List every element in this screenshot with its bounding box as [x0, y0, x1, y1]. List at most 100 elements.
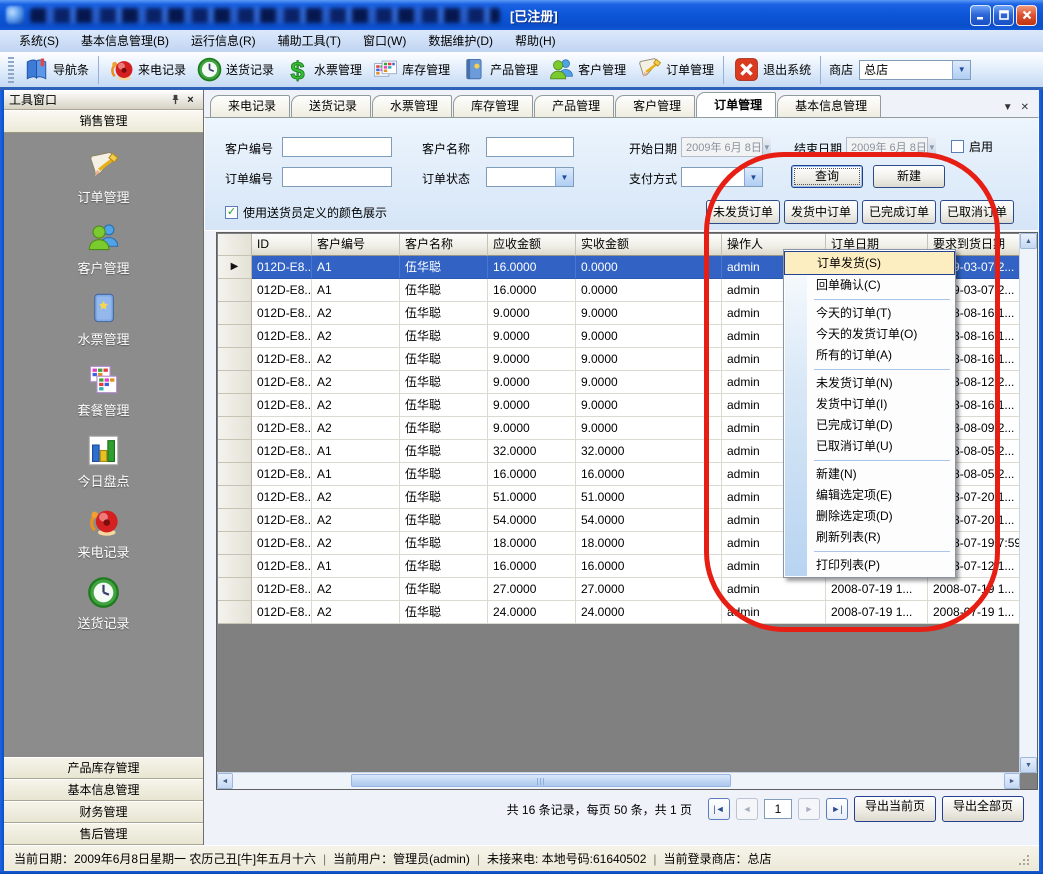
- next-page-button[interactable]: ►: [798, 798, 820, 820]
- tab-customers[interactable]: 客户管理: [615, 95, 695, 117]
- toolbar-button-incoming-calls[interactable]: 来电记录: [103, 54, 191, 85]
- cell[interactable]: 012D-E8...: [252, 302, 312, 325]
- query-button[interactable]: 查询: [791, 165, 863, 188]
- cell[interactable]: 伍华聪: [400, 302, 488, 325]
- cell[interactable]: 012D-E8...: [252, 348, 312, 371]
- row-selector[interactable]: [218, 486, 252, 509]
- cell[interactable]: 9.0000: [488, 417, 576, 440]
- cell[interactable]: 012D-E8...: [252, 486, 312, 509]
- tab-delivery-records[interactable]: 送货记录: [291, 95, 371, 117]
- toolbar-button-exit[interactable]: 退出系统: [728, 54, 816, 85]
- filter-button-completed[interactable]: 已完成订单: [862, 200, 936, 224]
- cell[interactable]: 16.0000: [488, 256, 576, 279]
- cell[interactable]: 51.0000: [488, 486, 576, 509]
- row-selector[interactable]: [218, 325, 252, 348]
- cell[interactable]: A2: [312, 601, 400, 624]
- cell[interactable]: 16.0000: [488, 279, 576, 302]
- order-status-select[interactable]: ▼: [486, 167, 574, 187]
- cell[interactable]: 伍华聪: [400, 325, 488, 348]
- toolbar-button-products[interactable]: 产品管理: [455, 54, 543, 85]
- toolbar-button-orders[interactable]: 订单管理: [631, 54, 719, 85]
- row-selector[interactable]: [218, 509, 252, 532]
- sidebar-section-after-sales-mgmt[interactable]: 售后管理: [4, 823, 203, 845]
- sidebar-section-product-inventory-mgmt[interactable]: 产品库存管理: [4, 757, 203, 779]
- toolbar-button-water-tickets[interactable]: $水票管理: [279, 54, 367, 85]
- cell[interactable]: 伍华聪: [400, 417, 488, 440]
- sidebar-section-sales[interactable]: 销售管理: [4, 110, 203, 133]
- vertical-scrollbar[interactable]: ▲ ▼: [1019, 233, 1037, 773]
- filter-button-unshipped[interactable]: 未发货订单: [706, 200, 780, 224]
- enable-checkbox[interactable]: [951, 140, 964, 153]
- cell[interactable]: 伍华聪: [400, 279, 488, 302]
- cell[interactable]: A2: [312, 486, 400, 509]
- cell[interactable]: 012D-E8...: [252, 440, 312, 463]
- cell[interactable]: 9.0000: [488, 348, 576, 371]
- column-header-0[interactable]: ID: [252, 234, 312, 256]
- context-menu-item-unshipped-orders[interactable]: 未发货订单(N): [784, 373, 955, 394]
- cell[interactable]: A1: [312, 555, 400, 578]
- cell[interactable]: 24.0000: [576, 601, 722, 624]
- cell[interactable]: 伍华聪: [400, 440, 488, 463]
- end-date-picker[interactable]: 2009年 6月 8日 ▼: [846, 137, 928, 157]
- cell[interactable]: 012D-E8...: [252, 417, 312, 440]
- sidebar-item-orders[interactable]: 订单管理: [4, 149, 203, 206]
- cell[interactable]: 伍华聪: [400, 578, 488, 601]
- cell[interactable]: A2: [312, 394, 400, 417]
- cell[interactable]: 伍华聪: [400, 348, 488, 371]
- context-menu-item-todays-shipped-orders[interactable]: 今天的发货订单(O): [784, 324, 955, 345]
- cell[interactable]: 012D-E8...: [252, 279, 312, 302]
- sidebar-item-customers[interactable]: 客户管理: [4, 220, 203, 277]
- tab-list-dropdown-icon[interactable]: ▼: [1003, 102, 1013, 113]
- cell[interactable]: 伍华聪: [400, 601, 488, 624]
- cell[interactable]: 9.0000: [576, 417, 722, 440]
- cell[interactable]: A2: [312, 371, 400, 394]
- cell[interactable]: 伍华聪: [400, 486, 488, 509]
- row-selector[interactable]: [218, 417, 252, 440]
- toolbar-button-navigator[interactable]: 导航条: [18, 54, 94, 85]
- row-selector[interactable]: [218, 532, 252, 555]
- row-selector[interactable]: [218, 463, 252, 486]
- cell[interactable]: 27.0000: [488, 578, 576, 601]
- context-menu-item-print-list[interactable]: 打印列表(P): [784, 555, 955, 576]
- row-selector[interactable]: [218, 555, 252, 578]
- column-header-1[interactable]: 客户编号: [312, 234, 400, 256]
- horizontal-scrollbar[interactable]: ◄ ►: [217, 772, 1020, 789]
- toolbar-grip[interactable]: [8, 57, 14, 83]
- cell[interactable]: 16.0000: [576, 555, 722, 578]
- sidebar-item-incoming-calls[interactable]: 来电记录: [4, 504, 203, 561]
- cell[interactable]: 16.0000: [488, 463, 576, 486]
- cell[interactable]: 16.0000: [576, 463, 722, 486]
- toolbar-button-delivery-records[interactable]: 送货记录: [191, 54, 279, 85]
- table-row[interactable]: 012D-E8...A2伍华聪24.000024.0000admin2008-0…: [218, 601, 1020, 624]
- menubar-item-basic-info-mgmt[interactable]: 基本信息管理(B): [70, 30, 180, 52]
- cell[interactable]: 9.0000: [488, 394, 576, 417]
- cell[interactable]: 18.0000: [488, 532, 576, 555]
- cell[interactable]: 24.0000: [488, 601, 576, 624]
- scrollbar-thumb[interactable]: [351, 774, 731, 787]
- context-menu-item-refresh-list[interactable]: 刷新列表(R): [784, 527, 955, 548]
- cell[interactable]: 012D-E8...: [252, 532, 312, 555]
- scroll-right-icon[interactable]: ►: [1004, 773, 1020, 789]
- cell[interactable]: 9.0000: [488, 325, 576, 348]
- toolbar-button-customers[interactable]: 客户管理: [543, 54, 631, 85]
- cell[interactable]: A2: [312, 509, 400, 532]
- cell[interactable]: 0.0000: [576, 256, 722, 279]
- tab-water-tickets[interactable]: 水票管理: [372, 95, 452, 117]
- context-menu-item-todays-orders[interactable]: 今天的订单(T): [784, 303, 955, 324]
- cell[interactable]: 9.0000: [576, 348, 722, 371]
- context-menu-item-confirm-receipt[interactable]: 回单确认(C): [784, 275, 955, 296]
- cell[interactable]: 9.0000: [488, 371, 576, 394]
- cell[interactable]: A2: [312, 532, 400, 555]
- order-no-input[interactable]: [282, 167, 392, 187]
- menubar-item-data-maintenance[interactable]: 数据维护(D): [417, 30, 504, 52]
- context-menu-item-completed-orders[interactable]: 已完成订单(D): [784, 415, 955, 436]
- shop-select[interactable]: 总店▼: [859, 60, 971, 80]
- cell[interactable]: 2008-07-19 1...: [928, 601, 1020, 624]
- cell[interactable]: 伍华聪: [400, 371, 488, 394]
- cell[interactable]: 012D-E8...: [252, 371, 312, 394]
- cell[interactable]: 012D-E8...: [252, 578, 312, 601]
- cell[interactable]: 012D-E8...: [252, 463, 312, 486]
- sidebar-item-daily-stocktake[interactable]: 今日盘点: [4, 433, 203, 490]
- cell[interactable]: 012D-E8...: [252, 394, 312, 417]
- sidebar-section-basic-info-mgmt[interactable]: 基本信息管理: [4, 779, 203, 801]
